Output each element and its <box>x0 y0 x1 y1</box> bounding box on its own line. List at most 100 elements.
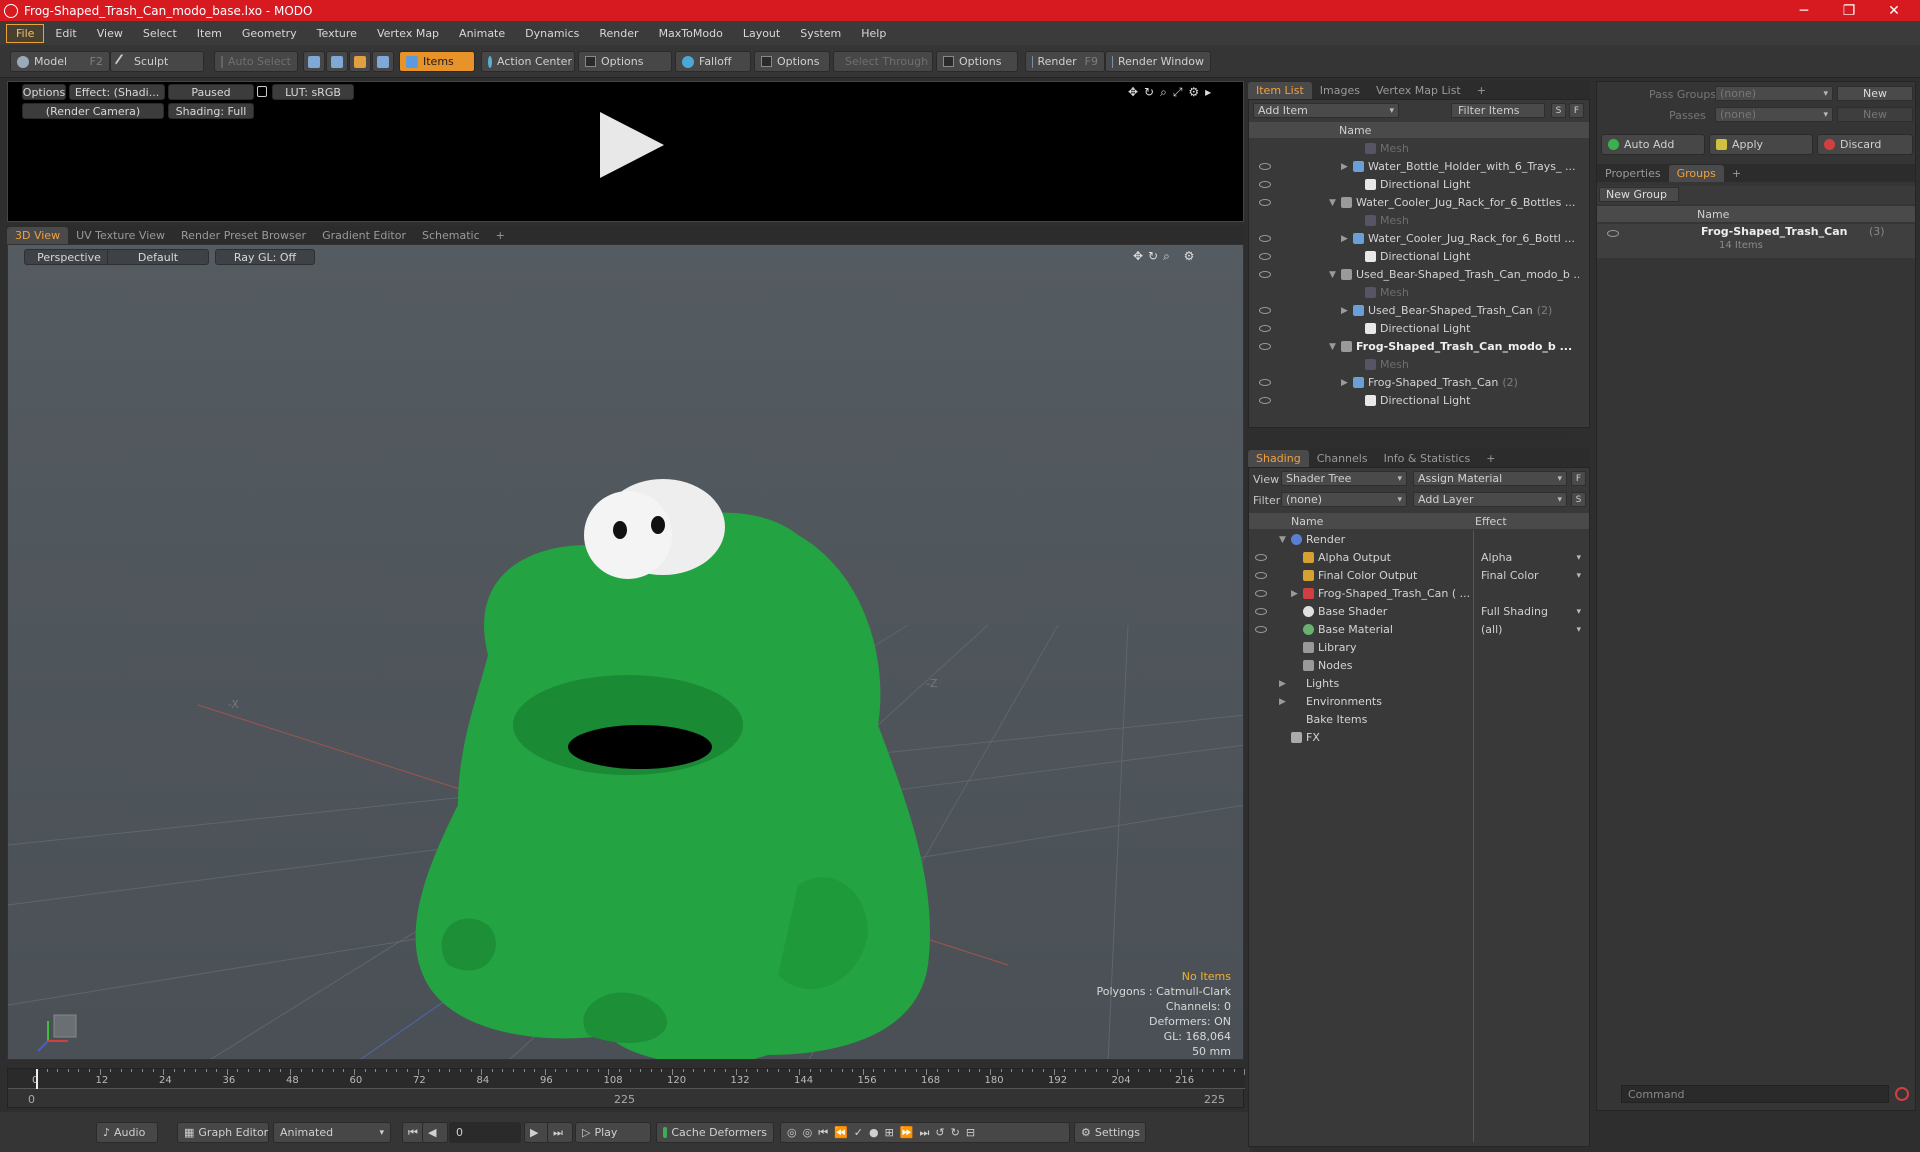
viewport-tab-uv-texture-view[interactable]: UV Texture View <box>68 227 173 244</box>
filter-items-input[interactable]: Filter Items <box>1451 103 1545 118</box>
visibility-eye-icon[interactable] <box>1255 626 1267 633</box>
visibility-eye-icon[interactable] <box>1259 235 1271 242</box>
render-camera-dropdown[interactable]: (Render Camera) <box>22 103 164 119</box>
itemlist-tab-item-list[interactable]: Item List <box>1248 82 1312 99</box>
shader-tree-row[interactable]: Nodes <box>1249 657 1589 675</box>
items-mode-button[interactable]: Items <box>399 51 475 72</box>
select-through-button[interactable]: Select Through <box>833 51 933 72</box>
item-list-row[interactable]: Directional Light <box>1249 248 1579 266</box>
pass-groups-dropdown[interactable]: (none) <box>1715 86 1833 101</box>
preview-options-button[interactable]: Options <box>22 84 66 100</box>
visibility-eye-icon[interactable] <box>1259 271 1271 278</box>
item-list-row[interactable]: Mesh <box>1249 140 1579 158</box>
timeline-ruler[interactable]: 0122436486072849610812013214415616818019… <box>8 1069 1299 1089</box>
polygon-select-button[interactable] <box>349 51 371 72</box>
effect-dropdown[interactable]: Alpha <box>1477 550 1585 565</box>
options-checkbox[interactable] <box>943 56 954 67</box>
groups-tab-properties[interactable]: Properties <box>1597 165 1669 182</box>
expand-arrow-icon[interactable]: ▼ <box>1329 342 1341 352</box>
menu-system[interactable]: System <box>791 25 850 42</box>
item-list-row[interactable]: ▶ Water_Cooler_Jug_Rack_for_6_Bottl ... <box>1249 230 1579 248</box>
maximize-button[interactable]: ❐ <box>1829 0 1869 21</box>
command-input[interactable]: Command <box>1621 1085 1889 1103</box>
item-list-scrollbar[interactable] <box>1319 432 1569 440</box>
viewport-tab-schematic[interactable]: Schematic <box>414 227 488 244</box>
lut-dropdown[interactable]: LUT: sRGB <box>272 84 354 100</box>
effect-dropdown[interactable]: Final Color <box>1477 568 1585 583</box>
visibility-eye-icon[interactable] <box>1259 163 1271 170</box>
prev-frame-button[interactable]: ◀ <box>422 1122 448 1143</box>
effect-dropdown[interactable]: Full Shading <box>1477 604 1585 619</box>
new-group-button[interactable]: New Group <box>1599 187 1679 202</box>
shader-tree-row[interactable]: FX <box>1249 729 1589 747</box>
auto-add-button[interactable]: Auto Add <box>1601 134 1705 155</box>
menu-view[interactable]: View <box>88 25 132 42</box>
shading-dropdown[interactable]: Shading: Full <box>168 103 254 119</box>
vertex-select-button[interactable] <box>303 51 325 72</box>
3d-viewport[interactable]: Perspective Default Ray GL: Off ✥↻⌕ ⚙ -X… <box>7 244 1244 1060</box>
lock-icon[interactable] <box>257 86 267 97</box>
apply-button[interactable]: Apply <box>1709 134 1813 155</box>
action-center-options-button[interactable]: Options <box>578 51 672 72</box>
view-dropdown[interactable]: Shader Tree <box>1281 471 1407 486</box>
passes-dropdown[interactable]: (none) <box>1715 107 1833 122</box>
audio-button[interactable]: ♪ Audio <box>96 1122 158 1143</box>
visibility-eye-icon[interactable] <box>1259 253 1271 260</box>
menu-vertex-map[interactable]: Vertex Map <box>368 25 448 42</box>
itemlist-add-tab-icon[interactable]: + <box>1469 82 1494 99</box>
item-list-row[interactable]: Directional Light <box>1249 392 1579 410</box>
menu-help[interactable]: Help <box>852 25 895 42</box>
close-button[interactable]: ✕ <box>1874 0 1914 21</box>
effect-dropdown[interactable]: (all) <box>1477 622 1585 637</box>
visibility-eye-icon[interactable] <box>1255 554 1267 561</box>
shader-tree-row[interactable]: Base Material (all) <box>1249 621 1589 639</box>
visibility-eye-icon[interactable] <box>1259 325 1271 332</box>
expand-arrow-icon[interactable]: ▶ <box>1341 378 1353 388</box>
shading-s-button[interactable]: S <box>1571 492 1586 507</box>
falloff-options-button[interactable]: Options <box>754 51 830 72</box>
menu-item[interactable]: Item <box>188 25 231 42</box>
expand-arrow-icon[interactable]: ▼ <box>1329 270 1341 280</box>
shading-f-button[interactable]: F <box>1571 471 1586 486</box>
graph-editor-button[interactable]: ▦ Graph Editor <box>177 1122 269 1143</box>
shader-tree-row[interactable]: ▶ Environments <box>1249 693 1589 711</box>
assign-material-dropdown[interactable]: Assign Material <box>1413 471 1567 486</box>
auto-select-button[interactable]: Auto Select <box>214 51 298 72</box>
menu-dynamics[interactable]: Dynamics <box>516 25 588 42</box>
visibility-eye-icon[interactable] <box>1255 608 1267 615</box>
shading-tab-info-statistics[interactable]: Info & Statistics <box>1376 450 1479 467</box>
shading-tab-channels[interactable]: Channels <box>1309 450 1376 467</box>
playhead[interactable] <box>36 1069 38 1089</box>
visibility-eye-icon[interactable] <box>1259 343 1271 350</box>
expand-arrow-icon[interactable]: ▶ <box>1341 162 1353 172</box>
group-row[interactable]: Frog-Shaped_Trash_Can (3) 14 Items <box>1597 224 1915 258</box>
menu-file[interactable]: File <box>6 23 45 43</box>
play-button[interactable]: ▷ Play <box>575 1122 651 1143</box>
filter-dropdown[interactable]: (none) <box>1281 492 1407 507</box>
settings-button[interactable]: ⚙ Settings <box>1074 1122 1146 1143</box>
visibility-eye-icon[interactable] <box>1259 199 1271 206</box>
minimize-button[interactable]: ─ <box>1784 0 1824 21</box>
menu-maxtomodo[interactable]: MaxToModo <box>650 25 732 42</box>
item-list-s-button[interactable]: S <box>1551 103 1566 118</box>
expand-arrow-icon[interactable]: ▶ <box>1279 697 1291 707</box>
expand-arrow-icon[interactable]: ▼ <box>1329 198 1341 208</box>
menu-geometry[interactable]: Geometry <box>233 25 306 42</box>
menu-texture[interactable]: Texture <box>308 25 366 42</box>
render-window-button[interactable]: Render Window <box>1105 51 1211 72</box>
play-icon[interactable] <box>600 112 664 178</box>
expand-arrow-icon[interactable]: ▶ <box>1341 306 1353 316</box>
viewport-tab-render-preset-browser[interactable]: Render Preset Browser <box>173 227 314 244</box>
expand-arrow-icon[interactable]: ▶ <box>1291 589 1303 599</box>
itemlist-tab-vertex-map-list[interactable]: Vertex Map List <box>1368 82 1469 99</box>
frog-trash-can-model[interactable] <box>415 479 930 1060</box>
shader-tree-row[interactable]: Alpha Output Alpha <box>1249 549 1589 567</box>
shading-tab-shading[interactable]: Shading <box>1248 450 1309 467</box>
preview-view-controls[interactable]: ✥↻⌕⤢⚙▸ <box>1128 85 1217 100</box>
options-checkbox[interactable] <box>761 56 772 67</box>
item-list-row[interactable]: Mesh <box>1249 212 1579 230</box>
paused-button[interactable]: Paused <box>168 84 254 100</box>
render-button[interactable]: Render F9 <box>1025 51 1105 72</box>
visibility-eye-icon[interactable] <box>1259 379 1271 386</box>
record-macro-icon[interactable] <box>1895 1087 1909 1101</box>
